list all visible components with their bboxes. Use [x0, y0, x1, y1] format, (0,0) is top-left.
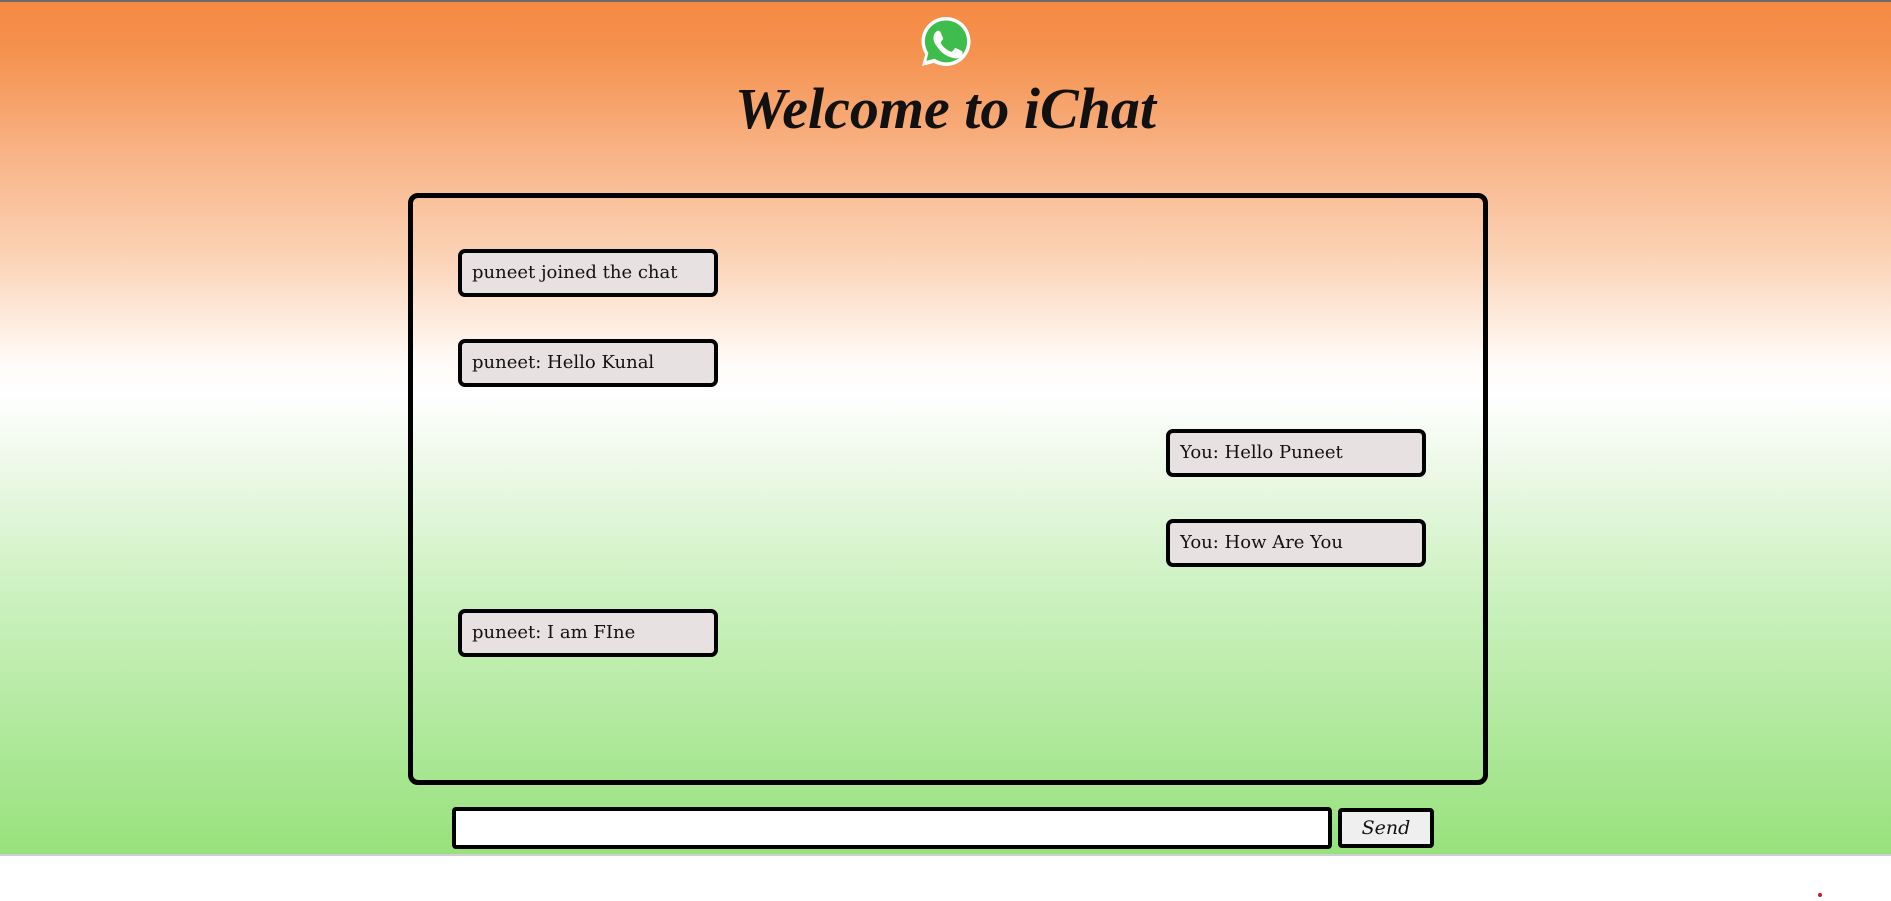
message-bubble-sent: You: Hello Puneet: [1166, 429, 1426, 477]
page-title: Welcome to iChat: [734, 76, 1156, 141]
send-button[interactable]: Send: [1338, 808, 1434, 848]
message-bubble-received: puneet joined the chat: [458, 249, 718, 297]
chat-app: Welcome to iChat puneet joined the chat …: [0, 2, 1891, 854]
message-bubble-received: puneet: Hello Kunal: [458, 339, 718, 387]
whatsapp-icon: [917, 13, 975, 71]
message-bubble-sent: You: How Are You: [1166, 519, 1426, 567]
message-input[interactable]: [452, 807, 1332, 849]
page-divider: [0, 854, 1891, 856]
status-dot: [1818, 893, 1822, 897]
message-bubble-received: puneet: I am FIne: [458, 609, 718, 657]
